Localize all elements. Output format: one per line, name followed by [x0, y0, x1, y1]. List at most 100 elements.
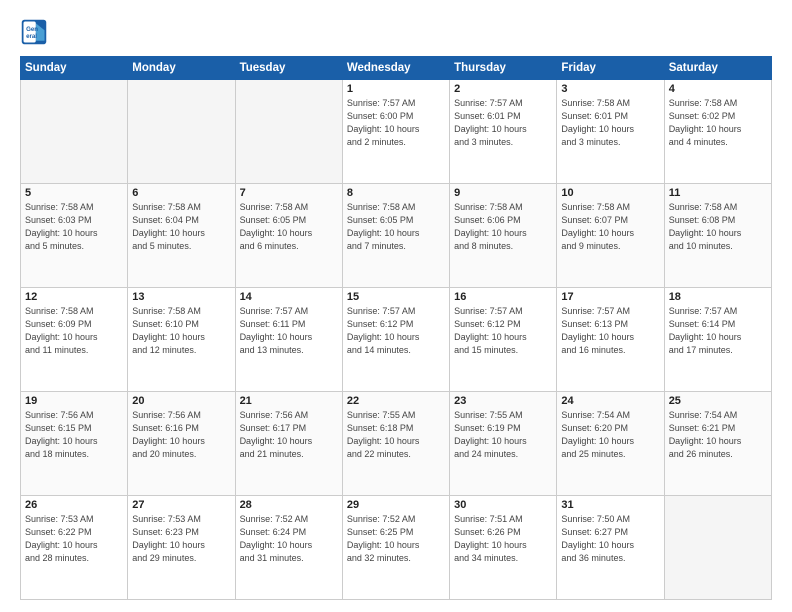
day-cell: 21 Sunrise: 7:56 AM Sunset: 6:17 PM Dayli… [235, 392, 342, 496]
day-cell: 5 Sunrise: 7:58 AM Sunset: 6:03 PM Daylig… [21, 184, 128, 288]
day-number: 27 [132, 499, 230, 511]
day-cell: 10 Sunrise: 7:58 AM Sunset: 6:07 PM Dayli… [557, 184, 664, 288]
day-info: Sunrise: 7:53 AM Sunset: 6:22 PM Dayligh… [25, 513, 123, 565]
weekday-thursday: Thursday [450, 57, 557, 80]
day-number: 17 [561, 291, 659, 303]
day-info: Sunrise: 7:58 AM Sunset: 6:05 PM Dayligh… [347, 201, 445, 253]
day-cell: 9Sunrise: 7:58 AM Sunset: 6:06 PM Daylig… [450, 184, 557, 288]
day-cell: 13 Sunrise: 7:58 AM Sunset: 6:10 PM Dayli… [128, 288, 235, 392]
day-info: Sunrise: 7:58 AM Sunset: 6:02 PM Dayligh… [669, 97, 767, 149]
svg-text:Gen: Gen [26, 26, 38, 33]
day-cell: 28Sunrise: 7:52 AM Sunset: 6:24 PM Dayli… [235, 496, 342, 600]
day-cell: 23 Sunrise: 7:55 AM Sunset: 6:19 PM Dayli… [450, 392, 557, 496]
day-info: Sunrise: 7:58 AM Sunset: 6:07 PM Dayligh… [561, 201, 659, 253]
day-info: Sunrise: 7:57 AM Sunset: 6:12 PM Dayligh… [454, 305, 552, 357]
day-number: 24 [561, 395, 659, 407]
day-info: Sunrise: 7:56 AM Sunset: 6:15 PM Dayligh… [25, 409, 123, 461]
day-cell: 7 Sunrise: 7:58 AM Sunset: 6:05 PM Daylig… [235, 184, 342, 288]
day-number: 1 [347, 83, 445, 95]
day-number: 29 [347, 499, 445, 511]
day-info: Sunrise: 7:57 AM Sunset: 6:01 PM Dayligh… [454, 97, 552, 149]
day-info: Sunrise: 7:55 AM Sunset: 6:18 PM Dayligh… [347, 409, 445, 461]
day-cell: 8 Sunrise: 7:58 AM Sunset: 6:05 PM Daylig… [342, 184, 449, 288]
day-cell: 2 Sunrise: 7:57 AM Sunset: 6:01 PM Daylig… [450, 80, 557, 184]
day-info: Sunrise: 7:57 AM Sunset: 6:00 PM Dayligh… [347, 97, 445, 149]
week-row-1: 1 Sunrise: 7:57 AM Sunset: 6:00 PM Daylig… [21, 80, 772, 184]
day-number: 18 [669, 291, 767, 303]
day-cell: 24 Sunrise: 7:54 AM Sunset: 6:20 PM Dayli… [557, 392, 664, 496]
week-row-4: 19 Sunrise: 7:56 AM Sunset: 6:15 PM Dayli… [21, 392, 772, 496]
week-row-2: 5 Sunrise: 7:58 AM Sunset: 6:03 PM Daylig… [21, 184, 772, 288]
svg-text:eral: eral [26, 33, 37, 40]
day-cell: 1 Sunrise: 7:57 AM Sunset: 6:00 PM Daylig… [342, 80, 449, 184]
day-number: 6 [132, 187, 230, 199]
day-info: Sunrise: 7:58 AM Sunset: 6:09 PM Dayligh… [25, 305, 123, 357]
day-info: Sunrise: 7:58 AM Sunset: 6:10 PM Dayligh… [132, 305, 230, 357]
day-number: 10 [561, 187, 659, 199]
day-number: 11 [669, 187, 767, 199]
day-number: 5 [25, 187, 123, 199]
day-info: Sunrise: 7:52 AM Sunset: 6:24 PM Dayligh… [240, 513, 338, 565]
day-info: Sunrise: 7:58 AM Sunset: 6:01 PM Dayligh… [561, 97, 659, 149]
day-cell: 25 Sunrise: 7:54 AM Sunset: 6:21 PM Dayli… [664, 392, 771, 496]
day-cell: 11Sunrise: 7:58 AM Sunset: 6:08 PM Dayli… [664, 184, 771, 288]
page: Gen eral SundayMondayTuesdayWednesdayThu… [0, 0, 792, 612]
day-info: Sunrise: 7:56 AM Sunset: 6:17 PM Dayligh… [240, 409, 338, 461]
day-number: 31 [561, 499, 659, 511]
day-info: Sunrise: 7:57 AM Sunset: 6:13 PM Dayligh… [561, 305, 659, 357]
day-cell: 18 Sunrise: 7:57 AM Sunset: 6:14 PM Dayli… [664, 288, 771, 392]
day-info: Sunrise: 7:54 AM Sunset: 6:21 PM Dayligh… [669, 409, 767, 461]
day-number: 23 [454, 395, 552, 407]
day-cell: 16 Sunrise: 7:57 AM Sunset: 6:12 PM Dayli… [450, 288, 557, 392]
day-info: Sunrise: 7:53 AM Sunset: 6:23 PM Dayligh… [132, 513, 230, 565]
day-info: Sunrise: 7:51 AM Sunset: 6:26 PM Dayligh… [454, 513, 552, 565]
day-info: Sunrise: 7:58 AM Sunset: 6:05 PM Dayligh… [240, 201, 338, 253]
day-info: Sunrise: 7:54 AM Sunset: 6:20 PM Dayligh… [561, 409, 659, 461]
logo: Gen eral [20, 18, 52, 46]
day-number: 9 [454, 187, 552, 199]
day-cell: 17 Sunrise: 7:57 AM Sunset: 6:13 PM Dayli… [557, 288, 664, 392]
day-info: Sunrise: 7:57 AM Sunset: 6:12 PM Dayligh… [347, 305, 445, 357]
day-number: 21 [240, 395, 338, 407]
day-cell: 12Sunrise: 7:58 AM Sunset: 6:09 PM Dayli… [21, 288, 128, 392]
day-cell: 26Sunrise: 7:53 AM Sunset: 6:22 PM Dayli… [21, 496, 128, 600]
week-row-3: 12Sunrise: 7:58 AM Sunset: 6:09 PM Dayli… [21, 288, 772, 392]
day-cell [128, 80, 235, 184]
day-number: 3 [561, 83, 659, 95]
day-number: 8 [347, 187, 445, 199]
day-number: 19 [25, 395, 123, 407]
weekday-tuesday: Tuesday [235, 57, 342, 80]
day-number: 2 [454, 83, 552, 95]
day-cell: 19 Sunrise: 7:56 AM Sunset: 6:15 PM Dayli… [21, 392, 128, 496]
day-number: 13 [132, 291, 230, 303]
day-number: 7 [240, 187, 338, 199]
day-cell: 20 Sunrise: 7:56 AM Sunset: 6:16 PM Dayli… [128, 392, 235, 496]
day-cell [21, 80, 128, 184]
day-number: 22 [347, 395, 445, 407]
day-number: 30 [454, 499, 552, 511]
day-cell: 22 Sunrise: 7:55 AM Sunset: 6:18 PM Dayli… [342, 392, 449, 496]
header: Gen eral [20, 18, 772, 46]
week-row-5: 26Sunrise: 7:53 AM Sunset: 6:22 PM Dayli… [21, 496, 772, 600]
day-cell: 4Sunrise: 7:58 AM Sunset: 6:02 PM Daylig… [664, 80, 771, 184]
day-cell: 3 Sunrise: 7:58 AM Sunset: 6:01 PM Daylig… [557, 80, 664, 184]
day-cell: 15 Sunrise: 7:57 AM Sunset: 6:12 PM Dayli… [342, 288, 449, 392]
day-number: 20 [132, 395, 230, 407]
day-cell: 27 Sunrise: 7:53 AM Sunset: 6:23 PM Dayli… [128, 496, 235, 600]
day-cell [664, 496, 771, 600]
day-info: Sunrise: 7:50 AM Sunset: 6:27 PM Dayligh… [561, 513, 659, 565]
weekday-wednesday: Wednesday [342, 57, 449, 80]
day-info: Sunrise: 7:55 AM Sunset: 6:19 PM Dayligh… [454, 409, 552, 461]
day-number: 16 [454, 291, 552, 303]
day-number: 25 [669, 395, 767, 407]
day-cell: 31 Sunrise: 7:50 AM Sunset: 6:27 PM Dayli… [557, 496, 664, 600]
day-info: Sunrise: 7:57 AM Sunset: 6:11 PM Dayligh… [240, 305, 338, 357]
day-number: 14 [240, 291, 338, 303]
day-cell: 14 Sunrise: 7:57 AM Sunset: 6:11 PM Dayli… [235, 288, 342, 392]
day-info: Sunrise: 7:56 AM Sunset: 6:16 PM Dayligh… [132, 409, 230, 461]
day-number: 15 [347, 291, 445, 303]
day-info: Sunrise: 7:57 AM Sunset: 6:14 PM Dayligh… [669, 305, 767, 357]
day-info: Sunrise: 7:58 AM Sunset: 6:03 PM Dayligh… [25, 201, 123, 253]
calendar-table: SundayMondayTuesdayWednesdayThursdayFrid… [20, 56, 772, 600]
day-info: Sunrise: 7:52 AM Sunset: 6:25 PM Dayligh… [347, 513, 445, 565]
